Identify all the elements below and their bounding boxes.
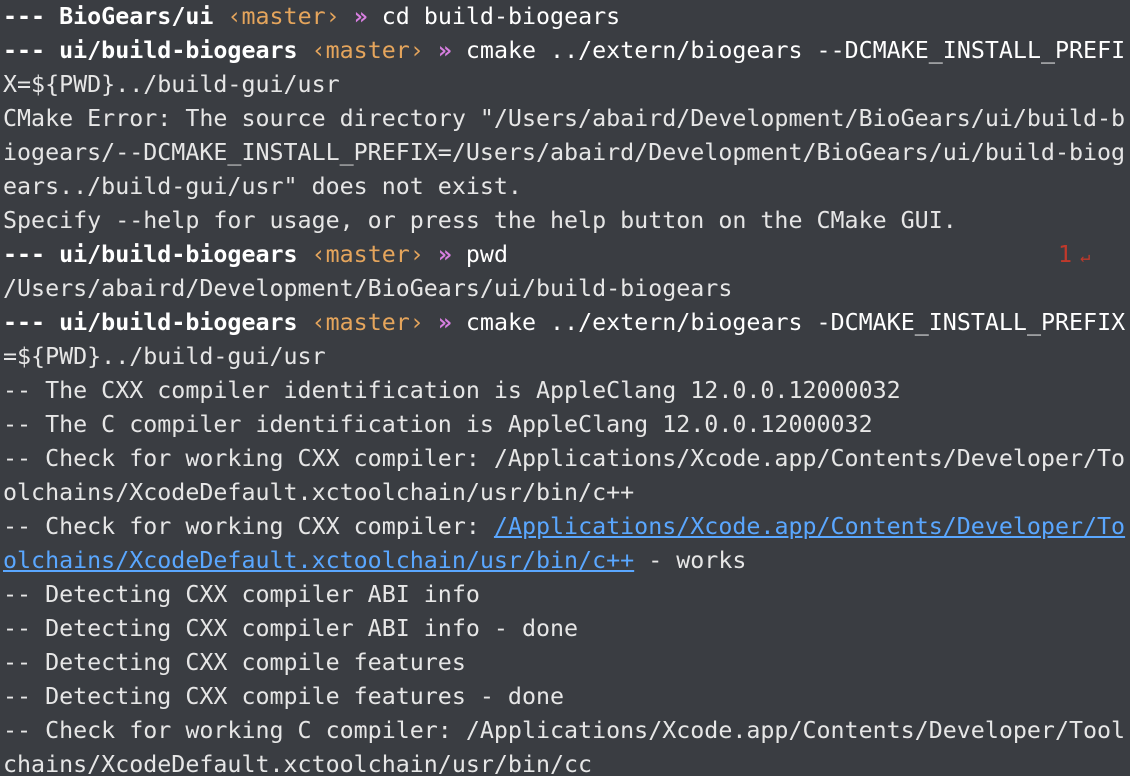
output-line: olchains/XcodeDefault.xctoolchain/usr/bi… <box>3 479 635 506</box>
prompt-line: --- ui/build-biogears ‹master› » pwd 1 ↵ <box>3 238 1130 272</box>
git-branch: ‹master› <box>227 3 340 30</box>
prompt-prefix: --- <box>3 241 46 268</box>
command-text: cmake ../extern/biogears -DCMAKE_INSTALL… <box>465 309 1126 336</box>
output-line: olchains/XcodeDefault.xctoolchain/usr/bi… <box>3 544 1130 578</box>
output-line: -- Detecting CXX compile features - done <box>3 683 565 710</box>
output-line: chains/XcodeDefault.xctoolchain/usr/bin/… <box>3 751 593 776</box>
exit-status: 1 ↵ <box>1058 238 1130 272</box>
git-branch: ‹master› <box>311 309 424 336</box>
terminal-window[interactable]: --- BioGears/ui ‹master› » cd build-biog… <box>0 0 1130 776</box>
output-line: -- The CXX compiler identification is Ap… <box>3 377 901 404</box>
path-link[interactable]: olchains/XcodeDefault.xctoolchain/usr/bi… <box>3 547 634 574</box>
path-link[interactable]: /Applications/Xcode.app/Contents/Develop… <box>494 513 1125 540</box>
git-branch: ‹master› <box>311 241 424 268</box>
error-line: ears../build-gui/usr" does not exist. <box>3 173 522 200</box>
output-line: -- Detecting CXX compile features <box>3 649 466 676</box>
prompt-prefix: --- <box>3 37 46 64</box>
output-line: -- Detecting CXX compiler ABI info <box>3 581 480 608</box>
git-branch: ‹master› <box>311 37 424 64</box>
prompt-arrow-icon: » <box>353 3 368 30</box>
output-line: -- Check for working CXX compiler: /Appl… <box>3 510 1130 544</box>
output-line: -- The C compiler identification is Appl… <box>3 411 873 438</box>
output-line: Specify --help for usage, or press the h… <box>3 207 957 234</box>
prompt-prefix: --- <box>3 3 46 30</box>
output-line: -- Check for working C compiler: /Applic… <box>3 717 1126 744</box>
output-line: -- Detecting CXX compiler ABI info - don… <box>3 615 579 642</box>
prompt-path: BioGears/ui <box>59 3 214 30</box>
output-line: X=${PWD}../build-gui/usr <box>3 71 340 98</box>
prompt-path: ui/build-biogears <box>59 241 298 268</box>
exit-status-code: 1 <box>1058 241 1073 268</box>
prompt-arrow-icon: » <box>437 37 452 64</box>
prompt-arrow-icon: » <box>437 309 452 336</box>
output-text: -- Check for working CXX compiler: <box>3 513 494 540</box>
prompt-line: --- BioGears/ui ‹master› » cd build-biog… <box>3 0 1130 34</box>
prompt-line: --- ui/build-biogears ‹master› » cmake .… <box>3 306 1130 340</box>
output-line: -- Check for working CXX compiler: /Appl… <box>3 445 1126 472</box>
prompt-arrow-icon: » <box>437 241 452 268</box>
command-text: pwd <box>465 241 508 268</box>
prompt-path: ui/build-biogears <box>59 309 298 336</box>
error-line: CMake Error: The source directory "/User… <box>3 105 1126 132</box>
output-line: =${PWD}../build-gui/usr <box>3 343 326 370</box>
prompt-line: --- ui/build-biogears ‹master› » cmake .… <box>3 34 1130 68</box>
return-icon: ↵ <box>1080 247 1091 267</box>
prompt-path: ui/build-biogears <box>59 37 298 64</box>
output-line: /Users/abaird/Development/BioGears/ui/bu… <box>3 275 733 302</box>
command-text: cmake ../extern/biogears --DCMAKE_INSTAL… <box>465 37 1126 64</box>
error-line: iogears/--DCMAKE_INSTALL_PREFIX=/Users/a… <box>3 139 1126 166</box>
prompt-prefix: --- <box>3 309 46 336</box>
output-text: - works <box>634 547 747 574</box>
command-text: cd build-biogears <box>381 3 621 30</box>
